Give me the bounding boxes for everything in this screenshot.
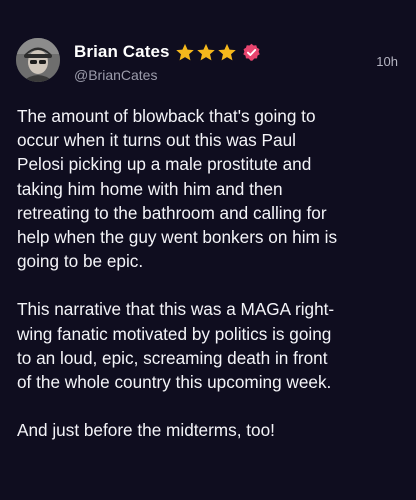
avatar-image [16,38,60,82]
post-card: Brian Cates @BrianCates 10h The amount o… [0,0,416,500]
post-paragraph: This narrative that this was a MAGA righ… [17,299,335,393]
display-name[interactable]: Brian Cates [74,42,170,62]
star-icon [196,43,215,60]
star-icon [175,43,194,60]
author-row: Brian Cates [74,41,261,63]
post-timestamp[interactable]: 10h [376,54,398,69]
avatar[interactable] [16,38,60,82]
star-badges [175,43,238,62]
star-icon [217,43,236,60]
post-body: The amount of blowback that's going to o… [17,104,403,442]
post-paragraph: The amount of blowback that's going to o… [17,106,338,272]
verified-badge-icon [242,43,260,61]
post-paragraph: And just before the midterms, too! [17,420,275,441]
user-handle[interactable]: @BrianCates [74,67,157,83]
